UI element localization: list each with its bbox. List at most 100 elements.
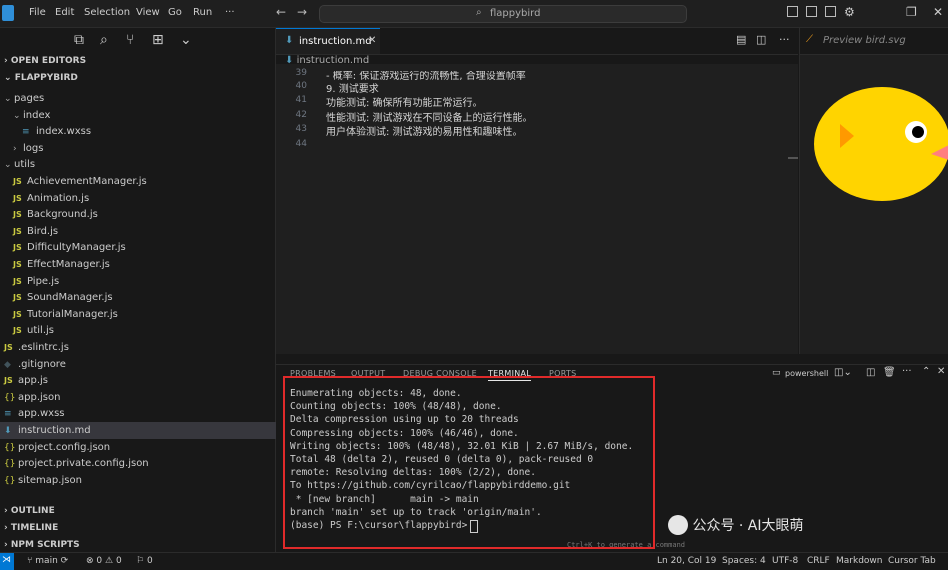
project-section[interactable]: ⌄ FLAPPYBIRD: [4, 73, 78, 83]
search-icon[interactable]: ⌕: [100, 32, 108, 48]
file-tree-label: instruction.md: [18, 425, 91, 436]
timeline-section[interactable]: › TIMELINE: [4, 523, 58, 533]
tab-label: instruction.md: [299, 36, 372, 47]
file-tree-item[interactable]: {} sitemap.json: [0, 472, 278, 489]
file-tree-item[interactable]: {} project.private.config.json: [0, 455, 278, 472]
title-bar: File Edit Selection View Go Run ··· ← → …: [0, 0, 948, 28]
code-line: 9. 测试要求: [326, 84, 379, 95]
file-tree-item[interactable]: JS EffectManager.js: [0, 256, 287, 273]
javascript-file-icon: JS: [13, 210, 22, 220]
file-tree-item[interactable]: JS Pipe.js: [0, 273, 287, 290]
maximize-panel-icon[interactable]: ⌃: [922, 366, 930, 377]
new-terminal-dropdown[interactable]: ◫⌄: [834, 367, 852, 378]
npm-scripts-section[interactable]: › NPM SCRIPTS: [4, 540, 80, 550]
more-actions-icon[interactable]: ···: [902, 366, 912, 377]
javascript-file-icon: JS: [13, 243, 22, 253]
problems-indicator[interactable]: ⊗ 0 ⚠ 0: [86, 556, 122, 566]
menu-more[interactable]: ···: [225, 7, 235, 18]
file-tree-item[interactable]: ≡ index.wxss: [0, 123, 296, 140]
file-tree-item[interactable]: JS TutorialManager.js: [0, 306, 287, 323]
file-tree-item[interactable]: › logs: [0, 140, 287, 157]
line-number: 39: [295, 68, 307, 78]
file-tree-item[interactable]: {} project.config.json: [0, 439, 278, 456]
split-terminal-icon[interactable]: ◫: [866, 367, 875, 378]
menu-go[interactable]: Go: [168, 7, 182, 18]
split-editor-icon[interactable]: ◫: [756, 33, 766, 46]
file-tree-item[interactable]: JS Bird.js: [0, 223, 287, 240]
close-panel-icon[interactable]: ✕: [937, 366, 945, 377]
git-branch[interactable]: ⑂ main ⟳: [27, 556, 68, 566]
svg-preview-pane: ⟋ Preview bird.svg: [799, 28, 948, 354]
open-preview-icon[interactable]: ▤: [736, 33, 746, 46]
remote-indicator[interactable]: ⋊: [0, 553, 14, 570]
file-tree-item[interactable]: ⬇ instruction.md: [0, 422, 278, 439]
forward-arrow-icon[interactable]: →: [297, 5, 307, 19]
code-editor[interactable]: 39 - 概率: 保证游戏运行的流畅性, 合理设置帧率 40 9. 测试要求 4…: [276, 64, 798, 354]
timeline-label: TIMELINE: [10, 523, 59, 533]
toggle-panel-icon[interactable]: [806, 6, 817, 17]
trash-icon[interactable]: 🗑: [883, 367, 896, 378]
menu-edit[interactable]: Edit: [55, 7, 74, 18]
close-window-icon[interactable]: ✕: [933, 5, 943, 19]
code-line: 功能测试: 确保所有功能正常运行。: [326, 98, 483, 109]
cursor-tab[interactable]: Cursor Tab: [888, 556, 936, 566]
search-text: flappybird: [490, 8, 541, 19]
encoding[interactable]: UTF-8: [772, 556, 798, 566]
end-of-line[interactable]: CRLF: [807, 556, 830, 566]
more-actions-icon[interactable]: ···: [779, 33, 790, 46]
file-tree-item[interactable]: ⌄ utils: [0, 156, 278, 173]
close-tab-icon[interactable]: ✕: [368, 35, 376, 46]
file-tree-label: index: [23, 109, 51, 121]
open-editors-section[interactable]: › OPEN EDITORS: [4, 56, 86, 66]
restore-window-icon[interactable]: ❐: [906, 5, 917, 19]
language-mode[interactable]: Markdown: [836, 556, 882, 566]
cursor-position[interactable]: Ln 20, Col 19: [657, 556, 716, 566]
back-arrow-icon[interactable]: ←: [276, 5, 286, 19]
outline-section[interactable]: › OUTLINE: [4, 506, 55, 516]
javascript-file-icon: JS: [13, 276, 22, 286]
preview-tab[interactable]: ⟋ Preview bird.svg: [800, 28, 948, 55]
tab-instruction-md[interactable]: ⬇ instruction.md ✕: [276, 28, 380, 54]
file-tree-label: app.js: [18, 375, 48, 387]
javascript-file-icon: JS: [4, 343, 13, 352]
status-bar: ⋊ ⑂ main ⟳ ⊗ 0 ⚠ 0 ⚐ 0 Ln 20, Col 19 Spa…: [0, 552, 948, 570]
javascript-file-icon: JS: [13, 309, 22, 319]
menu-selection[interactable]: Selection: [84, 7, 130, 18]
file-tree-item[interactable]: JS AchievementManager.js: [0, 173, 287, 190]
files-icon[interactable]: ⧉: [74, 32, 84, 48]
extensions-icon[interactable]: ⊞: [152, 32, 164, 48]
scrollbar-marker[interactable]: [788, 157, 798, 159]
warning-icon: ⚠: [105, 556, 114, 566]
file-tree-item[interactable]: ≡ app.wxss: [0, 405, 278, 422]
file-tree-label: DifficultyManager.js: [27, 242, 126, 254]
chevron-right-icon: ›: [4, 523, 8, 533]
file-tree-item[interactable]: ⌄ index: [0, 107, 287, 124]
file-tree-item[interactable]: JS Animation.js: [0, 190, 287, 207]
json-file-icon: {}: [4, 459, 16, 470]
command-center-search[interactable]: ⌕ flappybird: [319, 5, 687, 23]
file-tree-item[interactable]: JS app.js: [0, 372, 278, 389]
menu-file[interactable]: File: [29, 7, 46, 18]
ports-count: 0: [146, 556, 153, 566]
shell-name[interactable]: powershell: [785, 369, 828, 378]
indentation[interactable]: Spaces: 4: [722, 556, 766, 566]
menu-run[interactable]: Run: [193, 7, 212, 18]
file-tree-item[interactable]: ⌄ pages: [0, 90, 278, 107]
file-tree-item[interactable]: {} app.json: [0, 389, 278, 406]
chevron-down-icon[interactable]: ⌄: [180, 32, 192, 48]
menu-view[interactable]: View: [136, 7, 160, 18]
file-tree-item[interactable]: ◆ .gitignore: [0, 356, 278, 373]
file-tree-item[interactable]: JS Background.js: [0, 206, 287, 223]
toggle-sidebar-icon[interactable]: [787, 6, 798, 17]
file-tree-item[interactable]: JS .eslintrc.js: [0, 339, 278, 356]
json-file-icon: {}: [4, 392, 16, 403]
toggle-secondary-sidebar-icon[interactable]: [825, 6, 836, 17]
watermark-text: 公众号 · AI大眼萌: [692, 518, 804, 534]
file-tree-label: app.wxss: [18, 408, 65, 420]
source-control-icon[interactable]: ⑂: [126, 32, 134, 48]
ports-indicator[interactable]: ⚐ 0: [136, 556, 153, 566]
file-tree-item[interactable]: JS SoundManager.js: [0, 289, 287, 306]
file-tree-item[interactable]: JS util.js: [0, 322, 287, 339]
file-tree-item[interactable]: JS DifficultyManager.js: [0, 239, 287, 256]
settings-gear-icon[interactable]: ⚙: [844, 5, 855, 19]
